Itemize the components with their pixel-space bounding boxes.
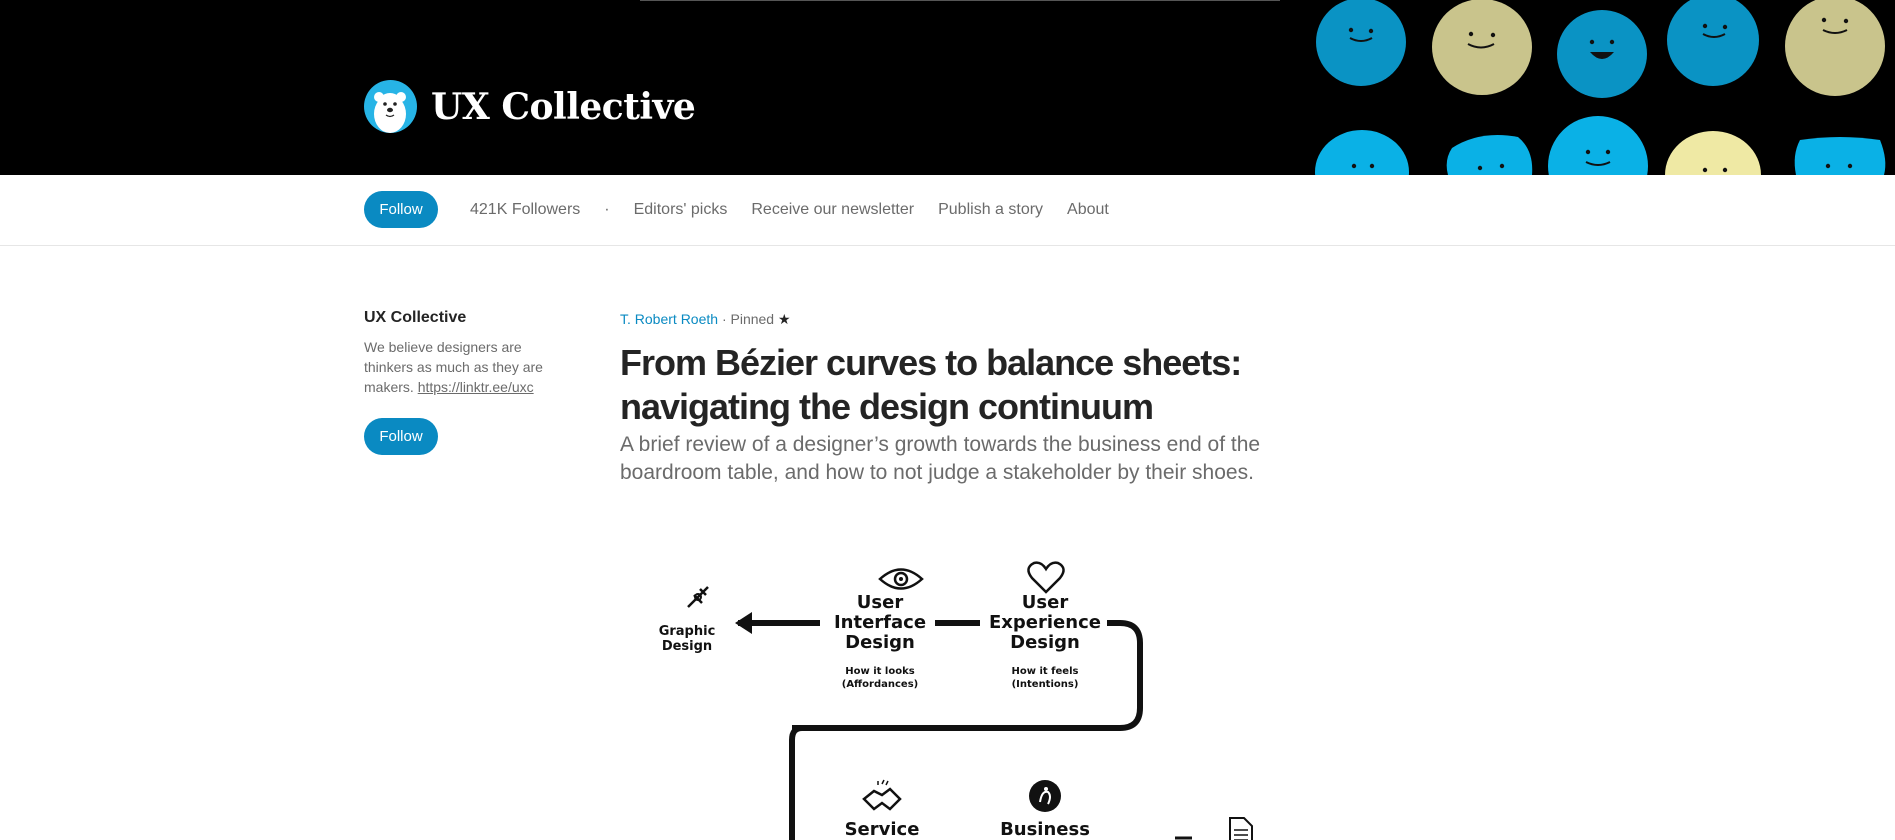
smiley-face-icon bbox=[1432, 0, 1532, 95]
heart-icon bbox=[1027, 561, 1065, 594]
ui-design-label-3: Design bbox=[845, 632, 915, 653]
sidebar-follow-button[interactable]: Follow bbox=[364, 418, 438, 455]
ux-design-label-2: Experience bbox=[989, 612, 1101, 633]
ux-sub-1: How it feels bbox=[1012, 666, 1079, 677]
article-image[interactable]: Graphic Design User Interface Design How… bbox=[620, 530, 1320, 840]
follow-button[interactable]: Follow bbox=[364, 191, 438, 228]
document-icon bbox=[1229, 817, 1253, 840]
ui-design-label-1: User bbox=[857, 592, 904, 613]
nav-about[interactable]: About bbox=[1067, 201, 1109, 219]
head-icon bbox=[1029, 780, 1061, 812]
ux-design-label-3: Design bbox=[1010, 632, 1080, 653]
smiley-face-icon bbox=[1548, 116, 1648, 175]
nav-links: 421K Followers · Editors' picks Receive … bbox=[470, 175, 1133, 245]
article-title[interactable]: From Bézier curves to balance sheets: na… bbox=[620, 341, 1320, 429]
smiley-face-icon bbox=[1785, 0, 1885, 96]
ui-sub-2: (Affordances) bbox=[842, 679, 918, 690]
followers-count[interactable]: 421K Followers bbox=[470, 201, 580, 219]
sidebar-description: We believe designers are thinkers as muc… bbox=[364, 337, 564, 397]
smiley-face-icon bbox=[1316, 0, 1406, 86]
publication-nav: Follow 421K Followers · Editors' picks R… bbox=[0, 175, 1895, 246]
polar-bear-logo-icon[interactable] bbox=[364, 80, 417, 133]
nav-newsletter[interactable]: Receive our newsletter bbox=[751, 201, 914, 219]
business-label: Business bbox=[1000, 819, 1090, 840]
pinned-label: · Pinned bbox=[721, 311, 775, 327]
ui-sub-1: How it looks bbox=[845, 666, 914, 677]
star-icon: ★ bbox=[778, 311, 791, 327]
publication-brand[interactable]: UX Collective bbox=[364, 80, 696, 133]
smiley-face-icon bbox=[1665, 131, 1761, 175]
author-name[interactable]: T. Robert Roeth bbox=[620, 311, 718, 327]
ux-design-label-1: User bbox=[1022, 592, 1069, 613]
ui-design-label-2: Interface bbox=[834, 612, 926, 633]
graphic-design-label-2: Design bbox=[662, 639, 712, 654]
pen-tool-icon bbox=[687, 586, 709, 608]
graphic-design-label-1: Graphic bbox=[659, 624, 716, 639]
publication-banner: UX Collective bbox=[0, 0, 1895, 175]
article-subtitle[interactable]: A brief review of a designer’s growth to… bbox=[620, 431, 1320, 487]
sidebar-link[interactable]: https://linktr.ee/uxc bbox=[418, 379, 534, 395]
nav-editors-picks[interactable]: Editors' picks bbox=[634, 201, 728, 219]
ux-sub-2: (Intentions) bbox=[1012, 679, 1079, 690]
smiley-face-icon bbox=[1315, 130, 1409, 175]
service-label: Service bbox=[845, 819, 920, 840]
smiley-face-icon bbox=[1794, 137, 1886, 175]
sidebar-title: UX Collective bbox=[364, 309, 467, 326]
smiley-face-icon bbox=[1446, 135, 1533, 175]
eye-icon bbox=[878, 568, 924, 590]
smiley-face-icon bbox=[1667, 0, 1759, 86]
article-meta: T. Robert Roeth · Pinned ★ bbox=[620, 311, 791, 328]
smiley-face-icon bbox=[1557, 10, 1647, 98]
nav-separator: · bbox=[604, 201, 610, 218]
nav-publish-story[interactable]: Publish a story bbox=[938, 201, 1043, 219]
banner-top-line bbox=[640, 0, 1280, 1]
handshake-icon bbox=[862, 779, 902, 811]
publication-name[interactable]: UX Collective bbox=[431, 86, 696, 128]
smiley-faces-pattern-icon bbox=[1300, 0, 1895, 175]
